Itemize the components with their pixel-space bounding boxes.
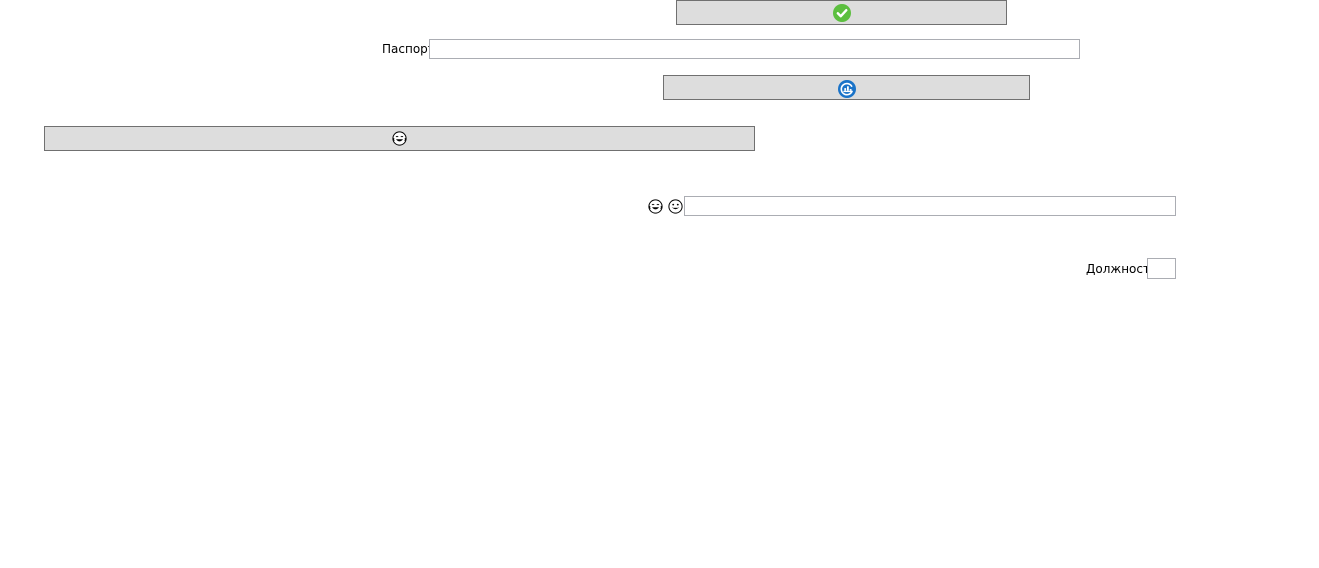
position-input[interactable] (1148, 259, 1175, 278)
face-with-tears-of-joy-icon (392, 131, 407, 146)
passport-input[interactable] (430, 40, 1079, 58)
check-circle-icon (832, 3, 851, 22)
face-with-tears-of-joy-icon (648, 199, 663, 214)
position-field-container (1147, 258, 1176, 279)
confirm-button[interactable] (676, 0, 1007, 25)
emoji-text-field-container (684, 196, 1176, 216)
refresh-button[interactable] (663, 75, 1030, 100)
emoji-text-input[interactable] (685, 197, 1175, 215)
grinning-face-icon (668, 199, 683, 214)
passport-label: Паспорт (382, 42, 435, 56)
laugh-button[interactable] (44, 126, 755, 151)
passport-field-container (429, 39, 1080, 59)
refresh-circle-icon (837, 79, 856, 98)
form-canvas: Паспорт Должность (0, 0, 1319, 568)
